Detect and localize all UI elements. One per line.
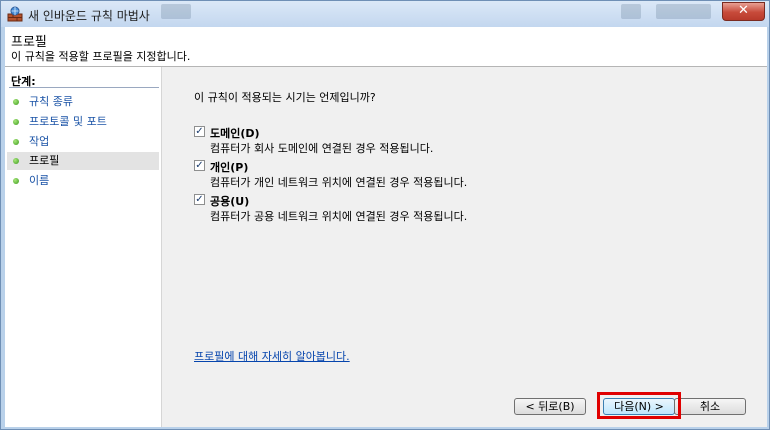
- step-label: 작업: [29, 135, 50, 148]
- step-item-profile[interactable]: 프로필: [7, 152, 159, 170]
- step-label: 이름: [29, 174, 50, 187]
- page-subtitle: 이 규칙을 적용할 프로필을 지정합니다.: [11, 50, 191, 63]
- close-icon: ✕: [738, 3, 749, 18]
- step-item-protocol-port[interactable]: 프로토콜 및 포트: [7, 113, 159, 131]
- private-checkbox[interactable]: ✓: [194, 160, 205, 171]
- wizard-window: 새 인바운드 규칙 마법사 ✕ 프로필 이 규칙을 적용할 프로필을 지정합니다…: [0, 0, 770, 430]
- blurred-region: [656, 4, 711, 19]
- main-panel: 이 규칙이 적용되는 시기는 언제입니까? ✓ 도메인(D) 컴퓨터가 회사 도…: [162, 67, 767, 427]
- window-title: 새 인바운드 규칙 마법사: [28, 9, 150, 23]
- firewall-icon: [7, 6, 23, 22]
- step-item-action[interactable]: 작업: [7, 133, 159, 151]
- step-item-rule-type[interactable]: 규칙 종류: [7, 93, 159, 111]
- option-description: 컴퓨터가 회사 도메인에 연결된 경우 적용됩니다.: [210, 142, 434, 155]
- step-dot-icon: [13, 178, 19, 184]
- back-button[interactable]: < 뒤로(B): [514, 398, 586, 415]
- option-description: 컴퓨터가 개인 네트워크 위치에 연결된 경우 적용됩니다.: [210, 176, 468, 189]
- wizard-header: 프로필 이 규칙을 적용할 프로필을 지정합니다.: [5, 27, 767, 67]
- option-public[interactable]: ✓ 공용(U) 컴퓨터가 공용 네트워크 위치에 연결된 경우 적용됩니다.: [194, 193, 754, 225]
- blurred-region: [161, 4, 191, 19]
- blurred-region: [621, 4, 641, 19]
- step-label: 규칙 종류: [29, 95, 73, 108]
- next-button-highlight: [597, 392, 681, 419]
- step-dot-icon: [13, 99, 19, 105]
- step-dot-icon: [13, 139, 19, 145]
- learn-more-link[interactable]: 프로필에 대해 자세히 알아봅니다.: [194, 348, 350, 364]
- option-label: 개인(P): [210, 161, 249, 174]
- wizard-content: 단계: 규칙 종류 프로토콜 및 포트 작업 프로필 이름 이 규칙이 적용되는…: [5, 67, 767, 427]
- option-private[interactable]: ✓ 개인(P) 컴퓨터가 개인 네트워크 위치에 연결된 경우 적용됩니다.: [194, 159, 754, 191]
- cancel-button[interactable]: 취소: [674, 398, 746, 415]
- title-bar[interactable]: 새 인바운드 규칙 마법사 ✕: [1, 1, 769, 27]
- domain-checkbox[interactable]: ✓: [194, 126, 205, 137]
- public-checkbox[interactable]: ✓: [194, 194, 205, 205]
- close-button[interactable]: ✕: [722, 2, 765, 21]
- profile-question: 이 규칙이 적용되는 시기는 언제입니까?: [194, 91, 376, 104]
- step-label: 프로필: [29, 154, 60, 167]
- option-label: 도메인(D): [210, 127, 260, 140]
- option-label: 공용(U): [210, 195, 250, 208]
- option-description: 컴퓨터가 공용 네트워크 위치에 연결된 경우 적용됩니다.: [210, 210, 468, 223]
- step-label: 프로토콜 및 포트: [29, 115, 107, 128]
- step-item-name[interactable]: 이름: [7, 172, 159, 190]
- option-domain[interactable]: ✓ 도메인(D) 컴퓨터가 회사 도메인에 연결된 경우 적용됩니다.: [194, 125, 754, 157]
- step-dot-icon: [13, 158, 19, 164]
- steps-divider: [9, 87, 159, 88]
- step-dot-icon: [13, 119, 19, 125]
- steps-panel: 단계: 규칙 종류 프로토콜 및 포트 작업 프로필 이름: [5, 67, 162, 427]
